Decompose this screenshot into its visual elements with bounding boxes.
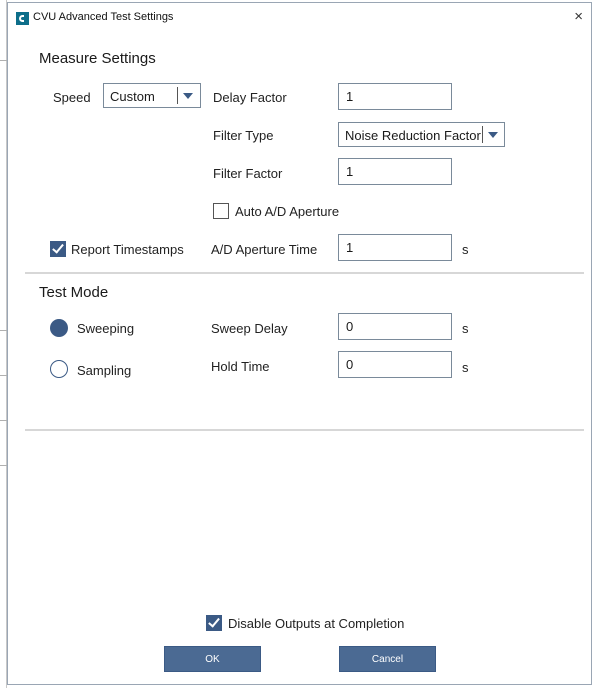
sweep-delay-unit: s [462, 321, 469, 336]
section-divider [25, 429, 584, 431]
hold-time-input[interactable]: 0 [338, 351, 452, 378]
report-timestamps-checkbox[interactable] [50, 241, 66, 257]
chevron-down-icon [183, 93, 193, 99]
sampling-label: Sampling [77, 363, 132, 378]
filter-factor-label: Filter Factor [213, 166, 283, 181]
ad-aperture-time-label: A/D Aperture Time [211, 242, 318, 257]
section-divider [25, 272, 584, 274]
close-icon[interactable]: × [574, 8, 583, 25]
background-tick [0, 420, 7, 421]
speed-label: Speed [53, 90, 91, 105]
test-mode-title: Test Mode [39, 284, 109, 301]
sweeping-label: Sweeping [77, 321, 135, 336]
sweep-delay-input[interactable]: 0 [338, 313, 452, 340]
disable-outputs-label: Disable Outputs at Completion [228, 616, 405, 631]
ad-aperture-unit: s [462, 242, 469, 257]
title-bar: CVU Advanced Test Settings × [8, 3, 591, 31]
settings-dialog: CVU Advanced Test Settings × Measure Set… [7, 2, 592, 685]
ad-aperture-time-input[interactable]: 1 [338, 234, 452, 261]
filter-factor-input[interactable]: 1 [338, 158, 452, 185]
app-icon [16, 12, 29, 25]
filter-type-dropdown[interactable]: Noise Reduction Factor [338, 122, 505, 147]
cancel-button[interactable]: Cancel [339, 646, 436, 672]
auto-ad-aperture-checkbox[interactable] [213, 203, 229, 219]
measure-settings-title: Measure Settings [39, 50, 156, 67]
background-tick [0, 60, 7, 61]
speed-value: Custom [110, 89, 155, 104]
delay-factor-label: Delay Factor [213, 90, 287, 105]
disable-outputs-checkbox[interactable] [206, 615, 222, 631]
background-window-edge [0, 0, 7, 688]
dropdown-separator [177, 87, 178, 104]
hold-time-unit: s [462, 360, 469, 375]
dropdown-separator [482, 126, 483, 143]
background-tick [0, 375, 7, 376]
hold-time-label: Hold Time [211, 359, 270, 374]
speed-dropdown[interactable]: Custom [103, 83, 201, 108]
chevron-down-icon [488, 132, 498, 138]
sweeping-radio[interactable] [50, 319, 68, 337]
report-timestamps-label: Report Timestamps [71, 242, 184, 257]
auto-ad-aperture-label: Auto A/D Aperture [235, 204, 340, 219]
ok-button[interactable]: OK [164, 646, 261, 672]
delay-factor-input[interactable]: 1 [338, 83, 452, 110]
background-tick [0, 465, 7, 466]
background-tick [0, 330, 7, 331]
sampling-radio[interactable] [50, 360, 68, 378]
filter-type-value: Noise Reduction Factor [345, 128, 481, 143]
filter-type-label: Filter Type [213, 128, 274, 143]
window-title: CVU Advanced Test Settings [33, 11, 174, 23]
sweep-delay-label: Sweep Delay [211, 321, 288, 336]
